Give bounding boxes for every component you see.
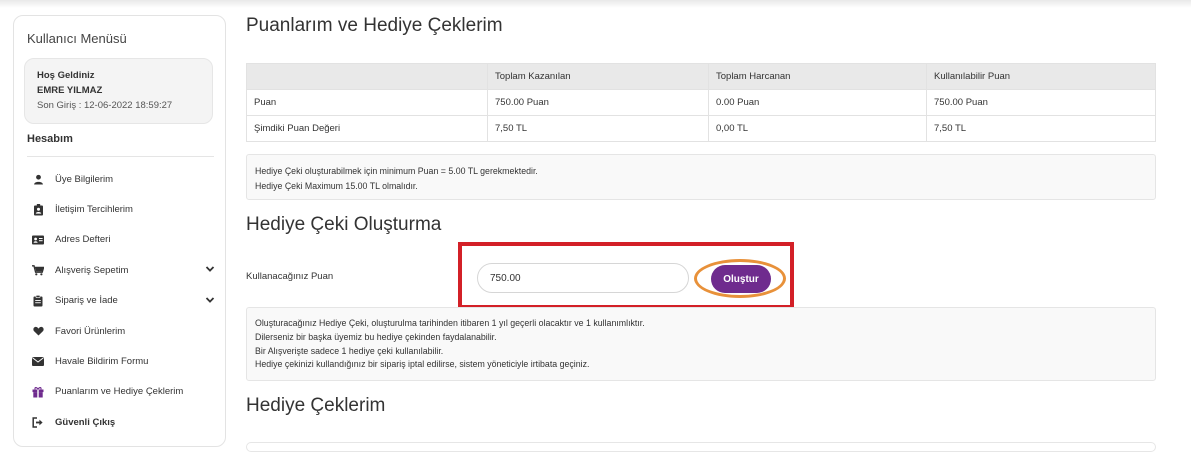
sidebar-item-member-info[interactable]: Üye Bilgilerim: [27, 164, 217, 194]
clipboard-icon: [32, 294, 44, 307]
my-vouchers-title: Hediye Çeklerim: [246, 395, 386, 416]
gift-icon: [32, 386, 44, 398]
table-header-row: Toplam Kazanılan Toplam Harcanan Kullanı…: [246, 63, 1156, 90]
sidebar-item-orders-returns[interactable]: Sipariş ve İade: [27, 286, 217, 316]
points-to-use-label: Kullanacağınız Puan: [246, 271, 334, 282]
user-icon: [32, 173, 44, 185]
account-section-title: Hesabım: [27, 133, 73, 145]
notice-line: Hediye çekinizi kullandığınız bir sipari…: [255, 359, 590, 370]
sidebar-item-label: Adres Defteri: [55, 234, 111, 246]
table-header-cell: Toplam Kazanılan: [487, 63, 709, 90]
welcome-card: Hoş Geldiniz EMRE YILMAZ Son Giriş : 12-…: [24, 58, 213, 124]
sidebar-item-label: Alışveriş Sepetim: [55, 264, 129, 276]
sidebar-item-favorites[interactable]: Favori Ürünlerim: [27, 316, 217, 346]
notice-line: Bir Alışverişte sadece 1 hediye çeki kul…: [255, 345, 444, 356]
table-cell: Şimdiki Puan Değeri: [246, 115, 488, 142]
sidebar-item-label: Üye Bilgilerim: [55, 173, 114, 185]
create-voucher-button[interactable]: Oluştur: [711, 265, 771, 293]
top-shadow: [0, 0, 1191, 8]
sidebar-item-shopping-cart[interactable]: Alışveriş Sepetim: [27, 255, 217, 285]
vouchers-list-container: [246, 442, 1156, 452]
table-row: Şimdiki Puan Değeri 7,50 TL 0,00 TL 7,50…: [246, 115, 1156, 142]
voucher-rules-notice: Oluşturacağınız Hediye Çeki, oluşturulma…: [246, 307, 1156, 381]
envelope-icon: [32, 356, 44, 368]
table-header-cell: Toplam Harcanan: [708, 63, 927, 90]
sidebar-item-logout[interactable]: Güvenli Çıkış: [27, 407, 217, 437]
user-name: EMRE YILMAZ: [37, 85, 103, 96]
sidebar-item-contact-preferences[interactable]: İletişim Tercihlerim: [27, 194, 217, 224]
notice-line: Dilerseniz bir başka üyemiz bu hediye çe…: [255, 331, 497, 342]
table-cell: 7,50 TL: [926, 115, 1156, 142]
create-voucher-title: Hediye Çeki Oluşturma: [246, 214, 442, 235]
last-login: Son Giriş : 12-06-2022 18:59:27: [37, 100, 173, 111]
table-header-cell: Kullanılabilir Puan: [926, 63, 1156, 90]
points-input[interactable]: [477, 263, 689, 293]
notice-line: Oluşturacağınız Hediye Çeki, oluşturulma…: [255, 318, 645, 328]
sidebar-item-label: İletişim Tercihlerim: [55, 204, 133, 216]
sidebar-item-label: Favori Ürünlerim: [55, 325, 126, 337]
points-table: Toplam Kazanılan Toplam Harcanan Kullanı…: [246, 63, 1156, 142]
table-cell: 0.00 Puan: [708, 89, 927, 116]
table-cell: 750.00 Puan: [487, 89, 709, 116]
sign-out-icon: [32, 416, 44, 428]
sidebar-item-label: Puanlarım ve Hediye Çeklerim: [55, 386, 184, 398]
chevron-down-icon[interactable]: [205, 295, 217, 307]
sidebar-item-points-vouchers[interactable]: Puanlarım ve Hediye Çeklerim: [27, 377, 217, 407]
table-cell: Puan: [246, 89, 488, 116]
cart-icon: [32, 264, 44, 276]
sidebar-item-label: Havale Bildirim Formu: [55, 356, 149, 368]
sidebar-divider: [27, 156, 214, 157]
table-row: Puan 750.00 Puan 0.00 Puan 750.00 Puan: [246, 89, 1156, 116]
notice-line: Hediye Çeki oluşturabilmek için minimum …: [255, 166, 538, 176]
address-card-icon: [32, 234, 44, 246]
sidebar-item-address-book[interactable]: Adres Defteri: [27, 225, 217, 255]
page-title: Puanlarım ve Hediye Çeklerim: [246, 15, 503, 36]
table-cell: 0,00 TL: [708, 115, 927, 142]
user-menu-title: Kullanıcı Menüsü: [27, 31, 127, 46]
heart-icon: [32, 325, 44, 337]
notice-line: Hediye Çeki Maximum 15.00 TL olmalıdır.: [255, 180, 418, 191]
table-header-cell: [246, 63, 488, 90]
welcome-greeting: Hoş Geldiniz: [37, 70, 95, 81]
table-cell: 750.00 Puan: [926, 89, 1156, 116]
id-badge-icon: [32, 203, 44, 216]
sidebar-item-label: Güvenli Çıkış: [55, 416, 116, 428]
chevron-down-icon[interactable]: [205, 264, 217, 276]
account-menu: Üye Bilgilerim İletişim Tercihlerim Adre…: [27, 164, 217, 438]
table-cell: 7,50 TL: [487, 115, 709, 142]
sidebar-item-transfer-notification[interactable]: Havale Bildirim Formu: [27, 346, 217, 376]
user-menu-sidebar: Kullanıcı Menüsü Hoş Geldiniz EMRE YILMA…: [13, 15, 226, 447]
sidebar-item-label: Sipariş ve İade: [55, 295, 118, 307]
voucher-limits-notice: Hediye Çeki oluşturabilmek için minimum …: [246, 154, 1156, 200]
